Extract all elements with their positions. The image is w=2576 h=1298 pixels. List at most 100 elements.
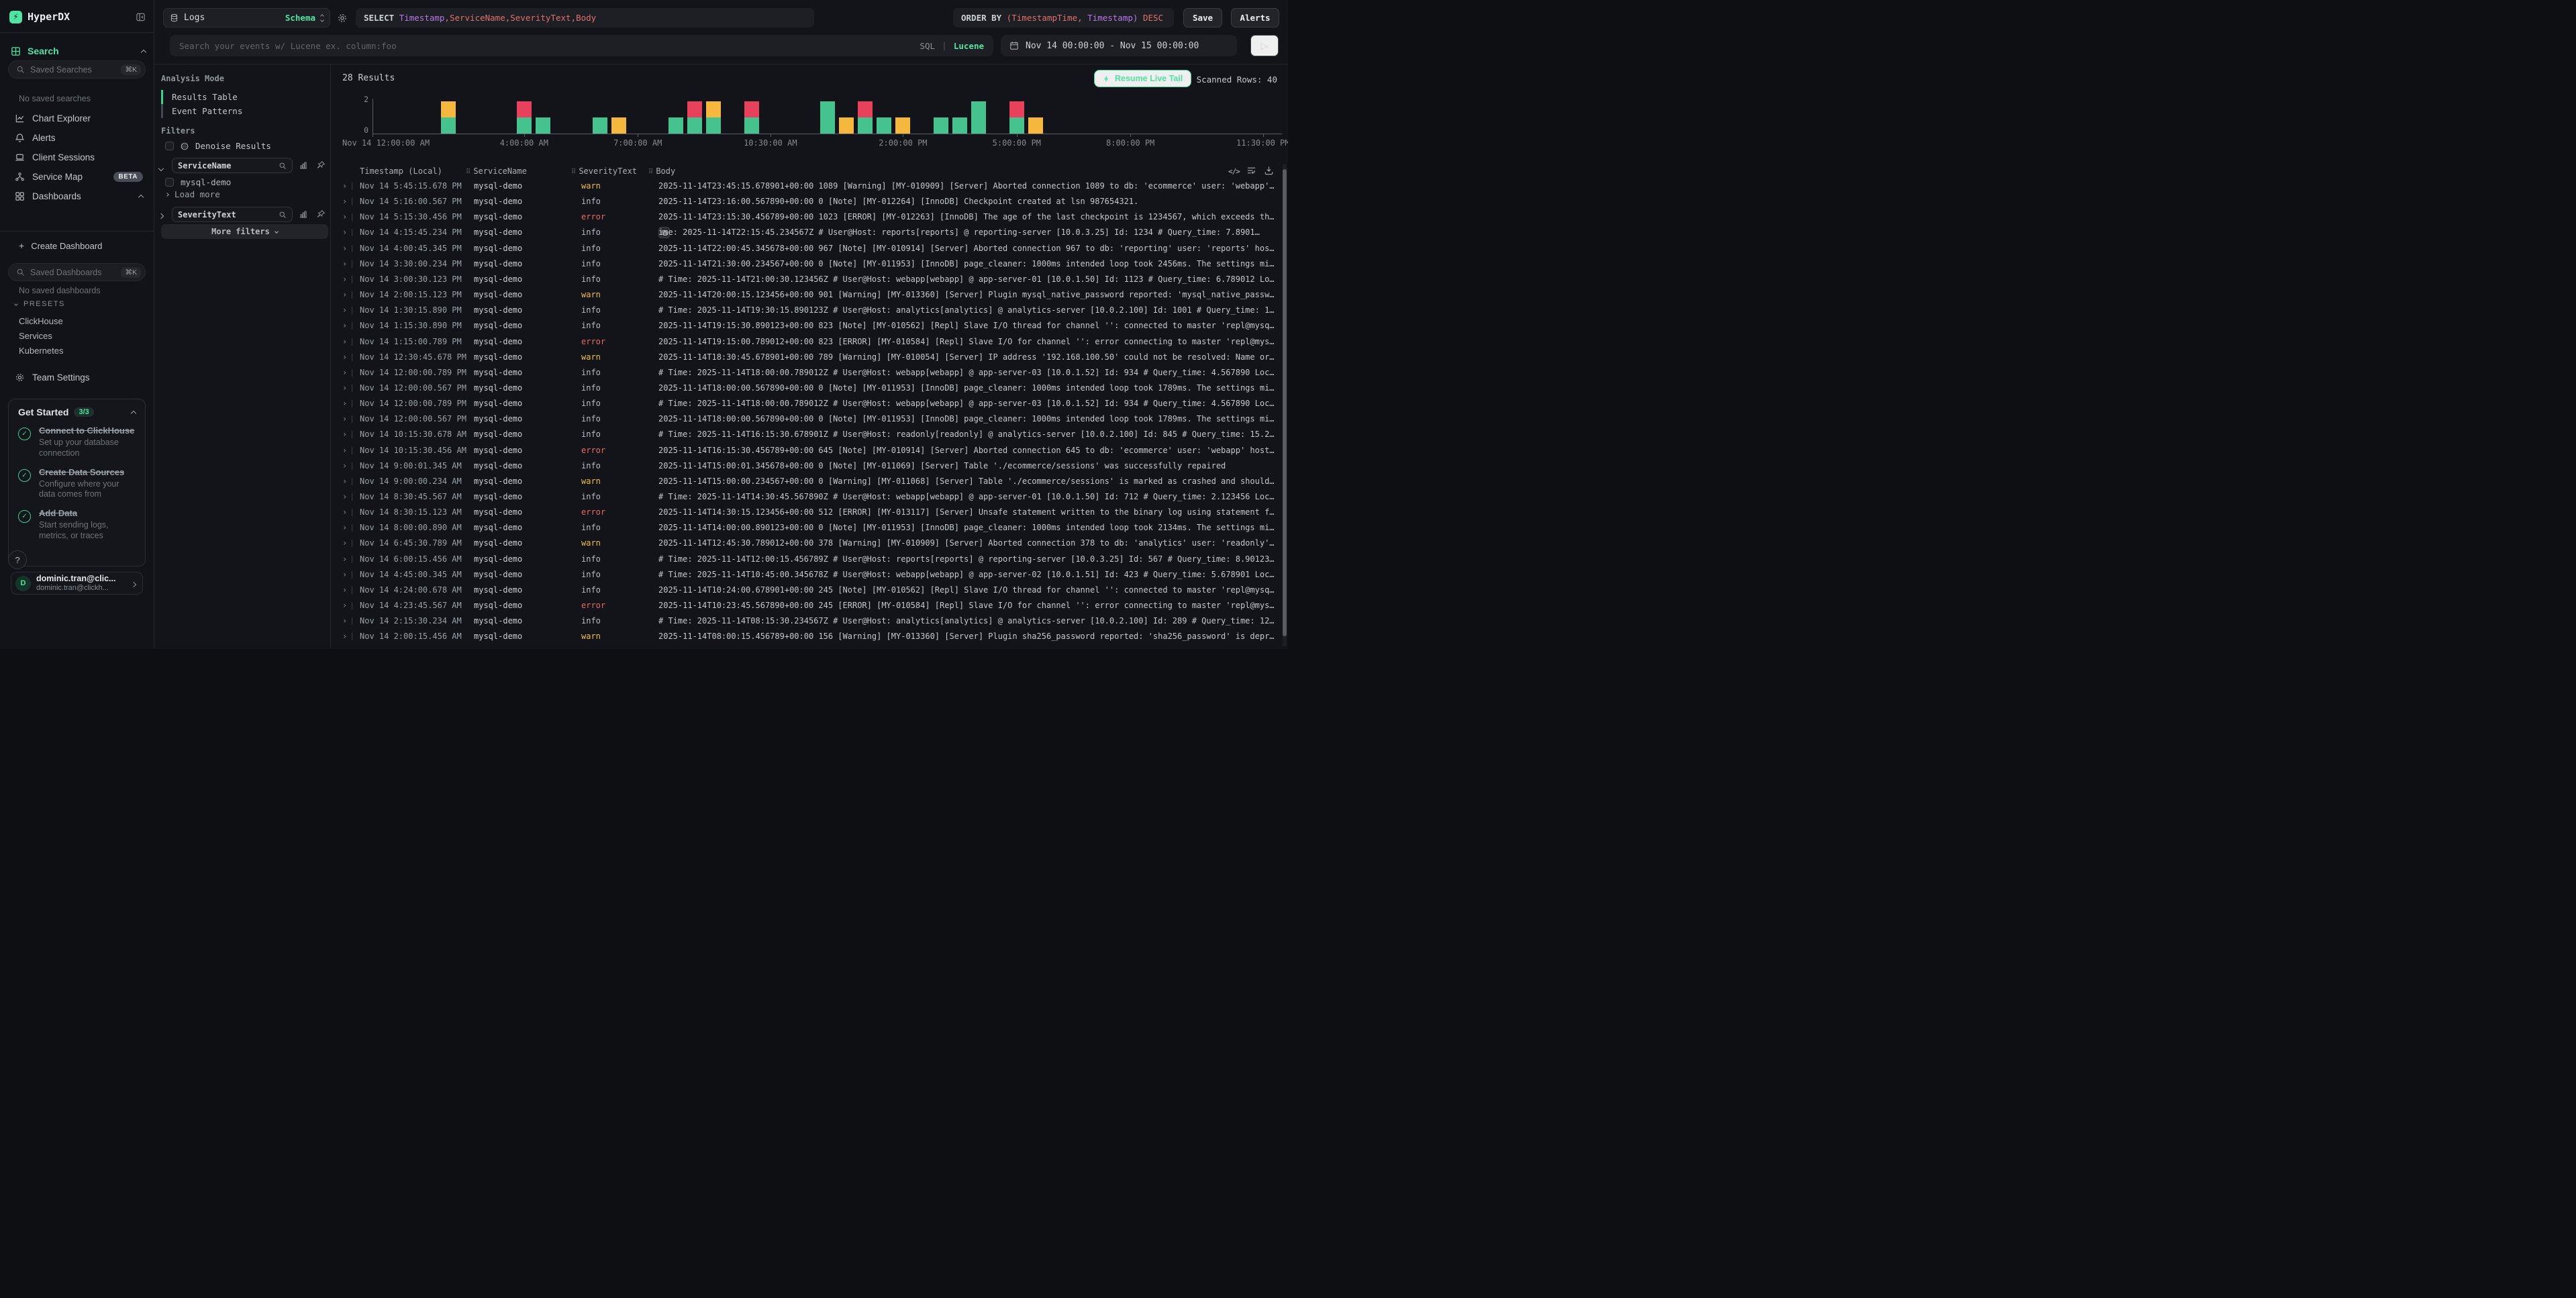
save-button[interactable]: Save xyxy=(1183,8,1222,28)
scrollbar-thumb[interactable] xyxy=(1283,169,1287,636)
table-row[interactable]: ›Nov 14 4:24:00.678 AMmysql-demoinfo2025… xyxy=(331,583,1279,598)
get-started-header[interactable]: Get Started 3/3 xyxy=(18,407,136,417)
histogram-bar[interactable] xyxy=(517,101,532,134)
table-row[interactable]: ›Nov 14 4:45:00.345 AMmysql-demoinfo# Ti… xyxy=(331,567,1279,583)
search-input[interactable] xyxy=(179,41,913,51)
histogram-bar[interactable] xyxy=(593,117,607,134)
chevron-up-icon[interactable] xyxy=(139,191,143,201)
histogram-bar[interactable] xyxy=(952,117,967,134)
alerts-button[interactable]: Alerts xyxy=(1231,8,1279,28)
chevron-right-icon[interactable] xyxy=(159,211,163,221)
histogram-bar[interactable] xyxy=(971,101,986,134)
lang-toggle-lucene[interactable]: Lucene xyxy=(954,41,984,51)
get-started-item[interactable]: ✓Connect to ClickHouseSet up your databa… xyxy=(18,426,136,459)
table-row[interactable]: ›Nov 14 4:15:45.234 PMmysql-demoinfoime:… xyxy=(331,225,1279,240)
table-row[interactable]: ›Nov 14 6:45:30.789 AMmysql-demowarn2025… xyxy=(331,536,1279,551)
col-header-body[interactable]: ⠿Body xyxy=(648,166,675,176)
table-row[interactable]: ›Nov 14 1:15:00.789 PMmysql-demoerror202… xyxy=(331,334,1279,350)
histogram-bar[interactable] xyxy=(839,117,854,134)
expand-row-icon[interactable]: › xyxy=(342,583,347,598)
table-row[interactable]: ›Nov 14 8:30:45.567 AMmysql-demoinfo# Ti… xyxy=(331,489,1279,505)
get-started-item[interactable]: ✓Create Data SourcesConfigure where your… xyxy=(18,467,136,501)
expand-row-icon[interactable]: › xyxy=(342,350,347,365)
wrap-lines-icon[interactable] xyxy=(1246,165,1256,175)
expand-row-icon[interactable]: › xyxy=(342,427,347,442)
preset-services[interactable]: Services xyxy=(0,329,154,344)
table-row[interactable]: ›Nov 14 4:23:45.567 AMmysql-demoerror202… xyxy=(331,598,1279,613)
preset-clickhouse[interactable]: ClickHouse xyxy=(0,314,154,329)
filter-group-severitytext[interactable]: SeverityText xyxy=(172,207,293,222)
histogram-bar[interactable] xyxy=(611,117,626,134)
sidebar-item-alerts[interactable]: Alerts xyxy=(0,128,154,148)
expand-row-icon[interactable]: › xyxy=(342,552,347,567)
expand-row-icon[interactable]: › xyxy=(342,334,347,350)
expand-row-icon[interactable]: › xyxy=(342,567,347,583)
histogram-bar[interactable] xyxy=(668,117,683,134)
expand-row-icon[interactable]: › xyxy=(342,272,347,287)
expand-row-icon[interactable]: › xyxy=(342,225,347,240)
expand-row-icon[interactable]: › xyxy=(342,287,347,303)
load-more-button[interactable]: Load more xyxy=(166,189,220,199)
chevron-up-icon[interactable] xyxy=(132,407,136,417)
table-row[interactable]: ›Nov 14 2:00:15.123 PMmysql-demowarn2025… xyxy=(331,287,1279,303)
table-row[interactable]: ›Nov 14 8:30:15.123 AMmysql-demoerror202… xyxy=(331,505,1279,520)
chart-icon[interactable] xyxy=(299,209,308,219)
expand-row-icon[interactable]: › xyxy=(342,381,347,396)
run-query-button[interactable]: ▷ xyxy=(1250,35,1279,56)
source-settings-gear-icon[interactable] xyxy=(337,13,348,23)
table-row[interactable]: ›Nov 14 5:16:00.567 PMmysql-demoinfo2025… xyxy=(331,194,1279,209)
expand-row-icon[interactable]: › xyxy=(342,443,347,458)
select-clause-editor[interactable]: SELECT Timestamp,ServiceName,SeverityTex… xyxy=(356,8,814,28)
histogram-bar[interactable] xyxy=(441,101,456,134)
table-row[interactable]: ›Nov 14 12:00:00.789 PMmysql-demoinfo# T… xyxy=(331,365,1279,381)
expand-row-icon[interactable]: › xyxy=(342,458,347,474)
pin-icon[interactable] xyxy=(316,209,326,219)
pin-icon[interactable] xyxy=(316,160,326,170)
sidebar-item-search[interactable]: Search xyxy=(11,42,146,60)
preset-kubernetes[interactable]: Kubernetes xyxy=(0,344,154,358)
analysis-mode-event-patterns[interactable]: Event Patterns xyxy=(161,104,324,118)
expand-row-icon[interactable]: › xyxy=(342,303,347,318)
drag-handle-icon[interactable]: ⠿ xyxy=(648,168,653,176)
chart-icon[interactable] xyxy=(299,160,308,170)
sidebar-item-service-map[interactable]: Service MapBETA xyxy=(0,167,154,187)
histogram-bar[interactable] xyxy=(687,101,702,134)
expand-row-icon[interactable]: › xyxy=(342,411,347,427)
sidebar-item-client-sessions[interactable]: Client Sessions xyxy=(0,148,154,167)
table-row[interactable]: ›Nov 14 1:30:15.890 PMmysql-demoinfo# Ti… xyxy=(331,303,1279,318)
create-dashboard-button[interactable]: + Create Dashboard xyxy=(19,238,102,254)
analysis-mode-results-table[interactable]: Results Table xyxy=(161,90,324,104)
table-row[interactable]: ›Nov 14 12:00:00.567 PMmysql-demoinfo202… xyxy=(331,411,1279,427)
histogram-bar[interactable] xyxy=(744,101,759,134)
col-header-timestamp[interactable]: Timestamp (Local) xyxy=(360,166,442,176)
lang-toggle-sql[interactable]: SQL xyxy=(920,41,935,51)
table-row[interactable]: ›Nov 14 2:00:15.456 AMmysql-demowarn2025… xyxy=(331,629,1279,644)
user-menu[interactable]: D dominic.tran@clic... dominic.tran@clic… xyxy=(11,572,143,595)
histogram-bar[interactable] xyxy=(934,117,948,134)
drag-handle-icon[interactable]: ⠿ xyxy=(571,168,576,176)
table-row[interactable]: ›Nov 14 3:30:00.234 PMmysql-demoinfo2025… xyxy=(331,256,1279,272)
table-row[interactable]: ›Nov 14 12:00:00.789 PMmysql-demoinfo# T… xyxy=(331,396,1279,411)
sidebar-item-dashboards[interactable]: Dashboards xyxy=(0,187,154,206)
expand-row-icon[interactable]: › xyxy=(342,489,347,505)
table-row[interactable]: ›Nov 14 4:00:45.345 PMmysql-demoinfo2025… xyxy=(331,241,1279,256)
col-header-severitytext[interactable]: ⠿SeverityText xyxy=(571,166,637,176)
expand-row-icon[interactable]: › xyxy=(342,179,347,194)
order-by-editor[interactable]: ORDER BY (TimestampTime, Timestamp) DESC xyxy=(953,8,1174,28)
expand-row-icon[interactable]: › xyxy=(342,598,347,613)
expand-row-icon[interactable]: › xyxy=(342,318,347,334)
histogram-bar[interactable] xyxy=(706,101,721,134)
expand-row-icon[interactable]: › xyxy=(342,474,347,489)
table-row[interactable]: ›Nov 14 2:15:30.234 AMmysql-demoinfo# Ti… xyxy=(331,613,1279,629)
histogram-bar[interactable] xyxy=(536,117,550,134)
expand-row-icon[interactable]: › xyxy=(342,520,347,536)
expand-row-icon[interactable]: › xyxy=(342,613,347,629)
mysql-demo-checkbox[interactable] xyxy=(165,178,174,187)
table-row[interactable]: ›Nov 14 12:30:45.678 PMmysql-demowarn202… xyxy=(331,350,1279,365)
table-row[interactable]: ›Nov 14 12:00:00.567 PMmysql-demoinfo202… xyxy=(331,381,1279,396)
help-button[interactable]: ? xyxy=(8,550,27,569)
saved-dashboards-input[interactable] xyxy=(30,268,115,277)
histogram-bar[interactable] xyxy=(858,101,873,134)
table-row[interactable]: ›Nov 14 5:45:15.678 PMmysql-demowarn2025… xyxy=(331,179,1279,194)
expand-row-icon[interactable]: › xyxy=(342,256,347,272)
